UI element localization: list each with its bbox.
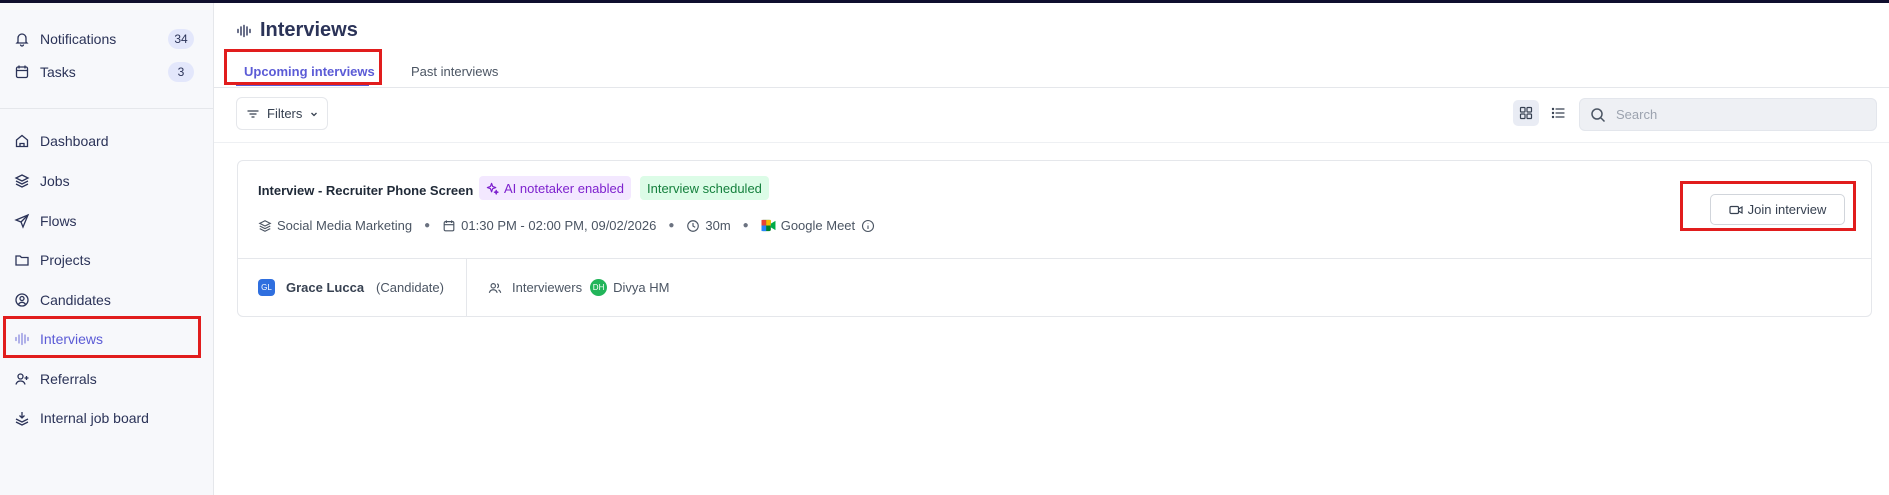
sidebar-item-dashboard[interactable]: Dashboard [0,121,213,161]
ai-notetaker-badge: AI notetaker enabled [479,176,631,200]
sidebar-item-label: Jobs [40,173,70,189]
list-view-button[interactable] [1545,100,1571,126]
calendar-icon [443,219,455,231]
user-circle-icon [15,293,29,307]
time-info: 01:30 PM - 02:00 PM, 09/02/2026 [442,218,656,233]
stack-download-icon [15,412,29,426]
sidebar-item-label: Notifications [40,31,117,47]
sidebar-item-projects[interactable]: Projects [0,240,213,280]
search-icon [1591,107,1606,122]
candidate-name: Grace Lucca [286,280,365,295]
highlight-box-upcoming-tab [224,49,382,85]
page-header: Interviews [236,19,358,42]
grid-icon [1519,106,1533,120]
user-plus-icon [15,373,29,385]
sidebar-item-label: Referrals [40,371,97,387]
sidebar: Notifications 34 Tasks 3 Dashboard Jobs … [0,3,214,495]
interview-title: Interview - Recruiter Phone Screen [258,183,474,198]
highlight-box-join-interview [1680,181,1856,231]
filters-label: Filters [267,106,303,121]
interviewers-info: Interviewers DH Divya HM [488,279,669,296]
notifications-count-badge: 34 [168,29,194,49]
layers-icon [14,174,30,188]
sidebar-item-label: Flows [40,213,77,229]
search-input[interactable] [1614,106,1858,123]
sidebar-item-internal-job-board[interactable]: Internal job board [0,398,213,438]
folder-icon [15,255,29,266]
google-meet-icon [761,219,776,232]
sidebar-item-label: Tasks [40,64,76,80]
bell-icon [15,33,29,47]
interview-card-participants: GL Grace Lucca (Candidate) Interviewers … [238,258,1871,316]
duration-info: 30m [686,218,731,233]
calendar-check-icon [15,65,29,79]
sidebar-item-referrals[interactable]: Referrals [0,359,213,399]
separator-dot: ● [742,220,749,231]
interviewers-label: Interviewers [512,280,583,295]
filter-lines-icon [247,109,259,118]
grid-view-button[interactable] [1513,100,1539,126]
sidebar-item-label: Projects [40,252,91,268]
sidebar-item-jobs[interactable]: Jobs [0,161,213,201]
info-icon[interactable] [861,219,875,233]
search-box [1579,98,1877,131]
sidebar-item-label: Candidates [40,292,111,308]
separator-dot: ● [424,220,431,231]
interview-card-header: Interview - Recruiter Phone Screen AI no… [238,161,1871,259]
audio-wave-icon [237,24,251,37]
tasks-count-badge: 3 [168,62,194,82]
interviewer-name[interactable]: Divya HM [613,280,669,295]
main-content: Interviews Upcoming interviews Past inte… [214,3,1889,495]
job-name: Social Media Marketing [277,218,413,233]
page-title: Interviews [260,19,358,41]
interview-card: Interview - Recruiter Phone Screen AI no… [237,160,1872,317]
candidate-role: (Candidate) [376,280,444,295]
sidebar-item-tasks[interactable]: Tasks 3 [0,52,213,92]
sidebar-divider [0,108,213,109]
candidate-avatar: GL [258,279,275,296]
ai-badge-label: AI notetaker enabled [504,180,624,196]
home-icon [15,134,29,148]
sidebar-item-label: Dashboard [40,133,109,149]
sidebar-item-flows[interactable]: Flows [0,201,213,241]
platform-name: Google Meet [780,218,856,233]
tab-bar: Upcoming interviews Past interviews [214,56,1889,88]
candidate-info[interactable]: GL Grace Lucca (Candidate) [258,279,444,296]
sidebar-item-label: Internal job board [40,410,149,426]
tab-past-interviews[interactable]: Past interviews [411,64,498,79]
users-icon [488,282,502,293]
clock-icon [687,219,700,232]
separator-dot: ● [668,220,675,231]
send-icon [14,213,30,229]
job-info: Social Media Marketing [258,218,412,233]
platform-info: Google Meet [761,218,875,233]
layers-icon [258,219,272,232]
participants-divider [466,258,467,316]
sidebar-item-candidates[interactable]: Candidates [0,280,213,320]
list-icon [1551,107,1565,119]
highlight-box-interviews [3,316,201,358]
toolbar: Filters [214,87,1889,143]
interview-meta: Social Media Marketing ● 01:30 PM - 02:0… [258,218,875,233]
chevron-down-icon [311,112,318,116]
sparkles-icon [486,182,499,195]
status-badge: Interview scheduled [640,176,769,200]
interview-duration: 30m [705,218,731,233]
interview-time: 01:30 PM - 02:00 PM, 09/02/2026 [461,218,657,233]
filters-button[interactable]: Filters [236,97,328,130]
interviewer-avatar: DH [590,279,608,296]
